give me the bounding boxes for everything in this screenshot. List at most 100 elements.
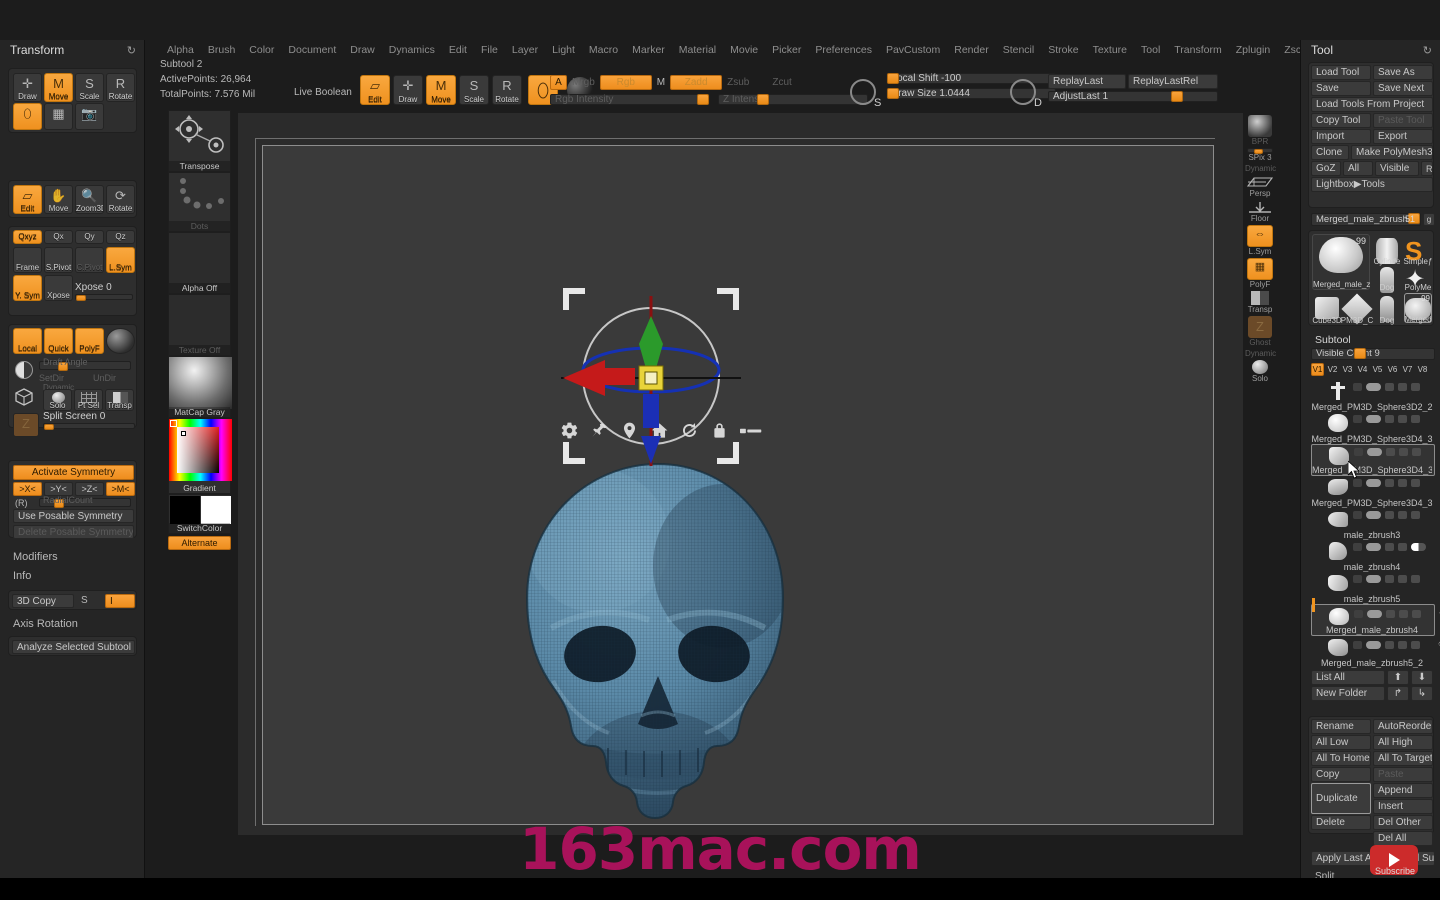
subtool-visibility-icon[interactable] bbox=[1353, 415, 1362, 423]
rgb-button[interactable]: Rgb bbox=[600, 75, 652, 90]
lp-edit-move-button[interactable]: ✋Move bbox=[44, 185, 73, 214]
lp-sym-1-button[interactable]: Xpose bbox=[44, 275, 73, 301]
subtool-row-4[interactable]: male_zbrush3 bbox=[1311, 508, 1435, 540]
subtool-opt3-icon[interactable] bbox=[1411, 383, 1420, 391]
subtool-move-up-button[interactable]: ⬆ bbox=[1387, 670, 1409, 685]
lp-secondary-2-button[interactable]: 📷 bbox=[75, 103, 104, 130]
subtool-row-0[interactable]: Merged_PM3D_Sphere3D2_2 bbox=[1311, 380, 1435, 412]
m-button[interactable]: M bbox=[657, 77, 665, 88]
lp-quick-button[interactable]: Quick bbox=[44, 328, 73, 354]
lp-matball-button[interactable] bbox=[106, 328, 135, 354]
menu-item-pavcustom[interactable]: PavCustom bbox=[879, 44, 947, 56]
subtool-action-3-a[interactable]: Copy bbox=[1311, 767, 1371, 782]
menu-item-edit[interactable]: Edit bbox=[442, 44, 474, 56]
lp-xpose-slider[interactable]: Xpose 0 bbox=[75, 282, 133, 300]
subtool-opt2-icon[interactable] bbox=[1398, 543, 1407, 551]
tool-thumb-2[interactable]: SSimpleƒ bbox=[1404, 234, 1432, 264]
mrgb-label[interactable]: Mrgb bbox=[572, 77, 595, 88]
live-boolean-label[interactable]: Live Boolean bbox=[294, 87, 352, 98]
subtool-row-1[interactable]: Merged_PM3D_Sphere3D4_3 bbox=[1311, 412, 1435, 444]
v-tab-v3[interactable]: V3 bbox=[1341, 363, 1354, 376]
subtool-action-0-b[interactable]: AutoReorder bbox=[1373, 719, 1433, 734]
tool-export-button[interactable]: Export bbox=[1373, 129, 1433, 144]
tool-clone-button[interactable]: Clone bbox=[1311, 145, 1349, 160]
subtool-opt1-icon[interactable] bbox=[1385, 415, 1394, 423]
vstrip-item-ghost[interactable]: ZGhost bbox=[1245, 316, 1275, 347]
lp-secondary-1-button[interactable]: ▦ bbox=[44, 103, 73, 130]
subtool-append-button[interactable]: Append bbox=[1373, 783, 1433, 798]
vstrip-item-dynamic[interactable]: Dynamic bbox=[1245, 349, 1275, 358]
v-tab-v2[interactable]: V2 bbox=[1326, 363, 1339, 376]
subtool-opt1-icon[interactable] bbox=[1385, 383, 1394, 391]
subtool-row-6[interactable]: male_zbrush5 bbox=[1311, 572, 1435, 604]
lp-axis-qy-button[interactable]: Qy bbox=[75, 230, 104, 244]
adjust-last-slider[interactable]: AdjustLast 1 bbox=[1048, 91, 1218, 102]
tool-current-suffix-button[interactable]: g bbox=[1423, 213, 1435, 226]
menu-item-zplugin[interactable]: Zplugin bbox=[1229, 44, 1277, 56]
tool-thumb-0[interactable]: 99Merged_male_z bbox=[1312, 234, 1370, 290]
lp-3dcopy-button[interactable]: 3D Copy bbox=[12, 594, 74, 608]
subtool-row-5-icons[interactable] bbox=[1353, 543, 1426, 551]
strip-alternate-button[interactable]: Alternate bbox=[168, 536, 231, 550]
tool-copy-tool-button[interactable]: Copy Tool bbox=[1311, 113, 1371, 128]
subtool-eye-toggle[interactable] bbox=[1366, 543, 1381, 551]
menu-item-render[interactable]: Render bbox=[947, 44, 995, 56]
lp-ghost-button[interactable]: Z bbox=[13, 413, 39, 437]
menu-item-picker[interactable]: Picker bbox=[765, 44, 808, 56]
tool-paste-tool-button[interactable]: Paste Tool bbox=[1373, 113, 1433, 128]
lp-sym-0-button[interactable]: Y. Sym bbox=[13, 275, 42, 301]
lp-rotate-button[interactable]: RRotate bbox=[106, 73, 135, 102]
tool-save-as-button[interactable]: Save As bbox=[1373, 65, 1433, 80]
subtool-action-2-b[interactable]: All To Target bbox=[1373, 751, 1433, 766]
subtool-row-1-icons[interactable] bbox=[1353, 415, 1420, 423]
subtool-eye-toggle[interactable] bbox=[1366, 575, 1381, 583]
slider-icon[interactable] bbox=[740, 424, 762, 438]
tool-save-button[interactable]: Save bbox=[1311, 81, 1371, 96]
subtool-visibility-icon[interactable] bbox=[1353, 383, 1362, 391]
menu-item-movie[interactable]: Movie bbox=[723, 44, 765, 56]
subtool-row-4-icons[interactable] bbox=[1353, 511, 1420, 519]
lp-sym-axis-2-button[interactable]: >Z< bbox=[75, 482, 104, 496]
lp-secondary-0-button[interactable]: ⬯ bbox=[13, 103, 42, 130]
subtool-opt2-icon[interactable] bbox=[1399, 448, 1408, 456]
subtool-row-5[interactable]: male_zbrush4 bbox=[1311, 540, 1435, 572]
strip-alpha-off[interactable]: Alpha Off bbox=[168, 232, 231, 294]
subtool-visibility-icon[interactable] bbox=[1353, 641, 1362, 649]
lp-edit-zoom3d-button[interactable]: 🔍Zoom3D bbox=[75, 185, 104, 214]
vstrip-item-transp[interactable]: Transp bbox=[1245, 291, 1275, 314]
lp-sym-axis-0-button[interactable]: >X< bbox=[13, 482, 42, 496]
subtool-visibility-icon[interactable] bbox=[1353, 543, 1362, 551]
topbar-rotate-button[interactable]: RRotate bbox=[492, 75, 522, 105]
menu-item-draw[interactable]: Draw bbox=[343, 44, 382, 56]
subtool-row-6-icons[interactable] bbox=[1353, 575, 1420, 583]
alpha-toggle-button[interactable]: A bbox=[550, 75, 567, 90]
zadd-button[interactable]: Zadd bbox=[670, 75, 722, 90]
menu-item-stencil[interactable]: Stencil bbox=[996, 44, 1042, 56]
strip-dots[interactable]: Dots bbox=[168, 172, 231, 232]
subtool-visibility-icon[interactable] bbox=[1354, 448, 1363, 456]
subtool-opt2-icon[interactable] bbox=[1399, 610, 1408, 618]
subtool-action-2-a[interactable]: All To Home bbox=[1311, 751, 1371, 766]
strip-switchcolor[interactable]: SwitchColor bbox=[168, 494, 231, 534]
menu-item-tool[interactable]: Tool bbox=[1134, 44, 1167, 56]
subtool-row-2-icons[interactable] bbox=[1354, 448, 1421, 456]
menu-item-preferences[interactable]: Preferences bbox=[808, 44, 879, 56]
subtool-row-0-icons[interactable] bbox=[1353, 383, 1420, 391]
lp-setdir-button[interactable]: SetDir bbox=[39, 373, 64, 383]
v-tab-v8[interactable]: V8 bbox=[1416, 363, 1429, 376]
menu-item-dynamics[interactable]: Dynamics bbox=[382, 44, 442, 56]
lp-activate-symmetry-button[interactable]: Activate Symmetry bbox=[13, 465, 134, 480]
tool-thumb-7[interactable]: Dog bbox=[1372, 293, 1402, 323]
vstrip-item-lsym[interactable]: ⇔L.Sym bbox=[1245, 225, 1275, 256]
lp-draw-button[interactable]: ✛Draw bbox=[13, 73, 42, 102]
topbar-edit-button[interactable]: ▱Edit bbox=[360, 75, 390, 105]
subtool-opt1-icon[interactable] bbox=[1386, 610, 1395, 618]
menu-item-light[interactable]: Light bbox=[545, 44, 582, 56]
vstrip-item-floor[interactable]: Floor bbox=[1245, 200, 1275, 223]
subtool-opt3-icon[interactable] bbox=[1411, 575, 1420, 583]
subtool-pm-toggle[interactable] bbox=[1411, 543, 1426, 551]
menu-item-alpha[interactable]: Alpha bbox=[160, 44, 201, 56]
lp-delete-posable-button[interactable]: Delete Posable Symmetry bbox=[13, 525, 134, 539]
menu-item-texture[interactable]: Texture bbox=[1086, 44, 1134, 56]
vstrip-item-solo[interactable]: Solo bbox=[1245, 360, 1275, 383]
